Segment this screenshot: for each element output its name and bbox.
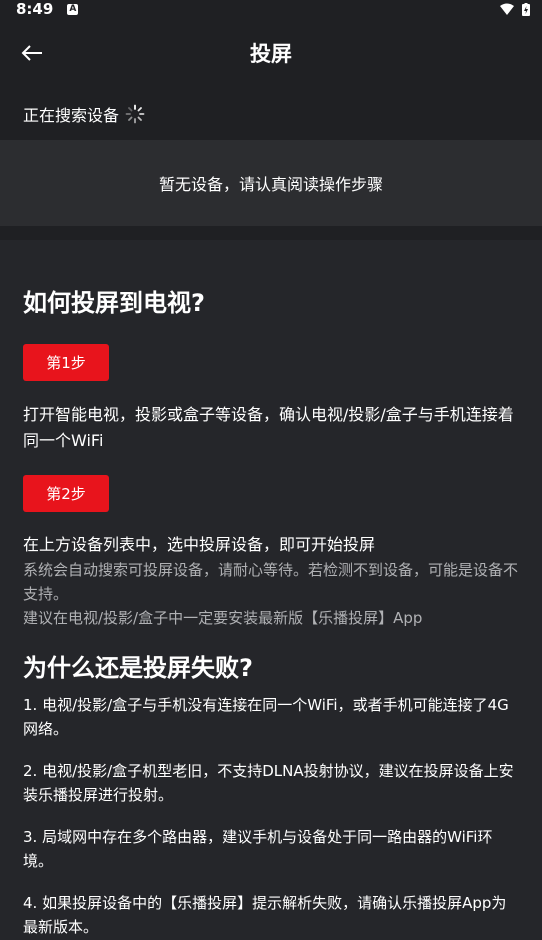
faq-item: 2. 电视/投影/盒子机型老旧，不支持DLNA投射协议，建议在投屏设备上安装乐播… (23, 762, 514, 804)
back-button[interactable] (14, 35, 50, 71)
faq-item: 1. 电视/投影/盒子与手机没有连接在同一个WiFi，或者手机可能连接了4G网络… (23, 696, 509, 738)
back-arrow-icon (21, 45, 42, 61)
status-bar: 8:49 A (0, 0, 542, 18)
page-title: 投屏 (250, 42, 292, 66)
loading-spinner-icon (125, 104, 145, 124)
step2-note-1: 系统会自动搜索可投屏设备，请耐心等待。若检测不到设备，可能是设备不支持。 (23, 561, 519, 603)
notification-icon: A (67, 3, 79, 15)
device-list-empty: 暂无设备，请认真阅读操作步骤 (0, 140, 542, 226)
wifi-icon (500, 3, 514, 15)
empty-message: 暂无设备，请认真阅读操作步骤 (158, 175, 383, 194)
battery-icon (522, 2, 530, 16)
step2-text: 在上方设备列表中，选中投屏设备，即可开始投屏 (23, 535, 376, 554)
step1-text: 打开智能电视，投影或盒子等设备，确认电视/投影/盒子与手机连接着同一个WiFi (23, 405, 514, 450)
how-to-title: 如何投屏到电视? (23, 289, 205, 317)
search-status: 正在搜索设备 (0, 88, 542, 140)
faq-item: 4. 如果投屏设备中的【乐播投屏】提示解析失败，请确认乐播投屏App为最新版本。 (23, 894, 507, 936)
search-status-text: 正在搜索设备 (23, 106, 120, 125)
status-time: 8:49 (16, 0, 54, 18)
help-content: 如何投屏到电视? 第1步 打开智能电视，投影或盒子等设备，确认电视/投影/盒子与… (0, 240, 542, 940)
faq-item: 3. 局域网中存在多个路由器，建议手机与设备处于同一路由器的WiFi环境。 (23, 828, 493, 870)
faq-title: 为什么还是投屏失败? (23, 654, 253, 682)
step2-note-2: 建议在电视/投影/盒子中一定要安装最新版【乐播投屏】App (23, 609, 423, 627)
app-bar: 投屏 (0, 18, 542, 88)
step2-badge: 第2步 (23, 475, 109, 512)
step1-badge: 第1步 (23, 344, 109, 381)
